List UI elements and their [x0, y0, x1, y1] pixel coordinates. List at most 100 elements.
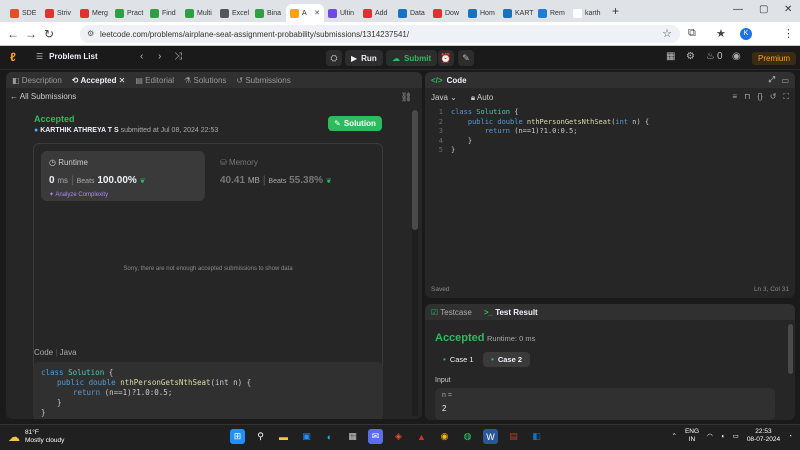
close-window-icon[interactable]: ✕ [784, 4, 792, 15]
reset-icon[interactable]: ↺ [770, 92, 777, 102]
wifi-icon[interactable]: ◠ [707, 432, 713, 440]
all-submissions-link[interactable]: ← All Submissions [10, 92, 76, 101]
memory-card[interactable]: ⛁ Memory 40.41 MB | Beats 55.38% ❦ [212, 151, 376, 201]
browser-tab[interactable]: SDE [6, 4, 41, 22]
case-1-tab[interactable]: • Case 1 [435, 352, 482, 367]
app-icon[interactable]: ▦ [345, 429, 360, 444]
code-line[interactable]: } [451, 137, 472, 147]
browser-tab[interactable]: Pract [111, 4, 146, 22]
notifications-icon[interactable]: ◔ [788, 433, 792, 440]
solution-button[interactable]: ✎ Solution [328, 116, 382, 131]
word-icon[interactable]: W [483, 429, 498, 444]
edge-icon[interactable]: ◐ [322, 429, 337, 444]
test-scrollbar[interactable] [788, 324, 793, 374]
browser-tab[interactable]: Hom [464, 4, 499, 22]
weather-widget[interactable]: ☁ 81°F Mostly cloudy [8, 429, 64, 445]
tab-submissions[interactable]: ↺ Submissions [236, 76, 290, 85]
run-button[interactable]: ▶ Run [345, 50, 383, 66]
battery-icon[interactable]: ▭ [733, 432, 739, 440]
vscode-icon[interactable]: ◧ [529, 429, 544, 444]
close-tab-icon[interactable]: ✕ [314, 9, 320, 17]
next-problem-icon[interactable]: › [158, 51, 161, 62]
author-name[interactable]: KARTHIK ATHREYA T S [40, 127, 118, 134]
debug-icon[interactable]: ⛭ [326, 50, 342, 66]
share-link-icon[interactable]: ⛓ [401, 92, 412, 103]
browser-tab[interactable]: A ✕ [286, 4, 324, 22]
browser-tab[interactable]: Rem [534, 4, 569, 22]
browser-tab[interactable]: Bina [251, 4, 286, 22]
settings-icon[interactable]: ⚙ [686, 51, 695, 62]
alarm-icon[interactable]: ⏰ [438, 50, 454, 66]
media-icon[interactable]: ▤ [506, 429, 521, 444]
mail-icon[interactable]: ✉ [368, 429, 383, 444]
brave-icon[interactable]: ◈ [391, 429, 406, 444]
leetcode-logo-icon[interactable]: ℓ [10, 50, 16, 64]
start-icon[interactable]: ⊞ [230, 429, 245, 444]
browser-tab[interactable]: Excel [216, 4, 251, 22]
prev-problem-icon[interactable]: ‹ [140, 51, 143, 62]
collapse-icon[interactable]: ▭ [781, 76, 789, 85]
bookmark-icon[interactable]: ⊓ [744, 92, 750, 102]
problem-list-link[interactable]: Problem List [49, 52, 97, 61]
chrome-icon[interactable]: ◉ [437, 429, 452, 444]
fullscreen-icon[interactable]: ⛶ [783, 92, 789, 102]
browser-tab[interactable]: Ultin [324, 4, 359, 22]
auto-mode-toggle[interactable]: 🔒︎ Auto [471, 93, 494, 103]
code-line[interactable]: public double nthPersonGetsNthSeat(int n… [451, 118, 649, 128]
streak-counter[interactable]: ♨ 0 [706, 51, 723, 62]
tab-test-result[interactable]: >_ Test Result [484, 308, 538, 317]
bookmarks-icon[interactable]: ★ [716, 27, 726, 40]
profile-avatar[interactable]: K [740, 28, 752, 40]
submit-button[interactable]: ☁ Submit [386, 50, 438, 66]
analyze-complexity-link[interactable]: ✦ Analyze Complexity [49, 191, 108, 198]
layout-icon[interactable]: ▦ [666, 51, 675, 62]
tab-editorial[interactable]: ▤ Editorial [135, 76, 174, 85]
pdf-icon[interactable]: ▲ [414, 429, 429, 444]
bookmark-star-icon[interactable]: ☆ [662, 27, 672, 40]
reload-icon[interactable]: ↻ [40, 27, 58, 41]
expand-icon[interactable]: ⤢ [769, 75, 775, 85]
language-indicator[interactable]: ENG IN [685, 428, 699, 444]
forward-icon[interactable]: → [22, 27, 40, 41]
browser-tab[interactable]: Add [359, 4, 394, 22]
braces-icon[interactable]: {} [757, 92, 762, 102]
tab-solutions[interactable]: ⚗ Solutions [184, 76, 226, 85]
language-select[interactable]: Java ⌄ [431, 93, 457, 103]
browser-tab[interactable]: Dow [429, 4, 464, 22]
volume-icon[interactable]: ◖ [721, 433, 725, 440]
code-line[interactable]: class Solution { [451, 108, 518, 118]
url-field[interactable]: ⚙ leetcode.com/problems/airplane-seat-as… [80, 25, 680, 43]
site-info-icon[interactable]: ⚙ [87, 29, 94, 38]
browser-tab[interactable]: Data [394, 4, 429, 22]
file-explorer-icon[interactable]: ▬ [276, 429, 291, 444]
tray-chevron-icon[interactable]: ⌃ [672, 432, 677, 440]
browser-tab[interactable]: Merg [76, 4, 111, 22]
notes-icon[interactable]: ✎ [458, 50, 474, 66]
user-avatar-icon[interactable]: ◉ [732, 51, 741, 62]
new-tab-button[interactable]: + [612, 4, 619, 18]
left-scrollbar[interactable] [412, 110, 418, 416]
submitted-code[interactable]: class Solution { public double nthPerson… [33, 362, 383, 419]
code-line[interactable]: } [451, 146, 455, 156]
browser-tab[interactable]: Find [146, 4, 181, 22]
maximize-icon[interactable]: ▢ [759, 4, 768, 15]
premium-button[interactable]: Premium [752, 52, 797, 65]
tab-accepted[interactable]: ⟲ Accepted ✕ [72, 76, 126, 85]
back-icon[interactable]: ← [4, 27, 22, 41]
browser-tab[interactable]: Multi [181, 4, 216, 22]
case-2-tab[interactable]: • Case 2 [483, 352, 530, 367]
code-line[interactable]: return (n==1)?1.0:0.5; [451, 127, 578, 137]
whatsapp-icon[interactable]: ◍ [460, 429, 475, 444]
shuffle-icon[interactable]: ⤨ [174, 51, 182, 62]
minimize-icon[interactable]: — [733, 4, 743, 15]
tab-testcase[interactable]: ☑ Testcase [431, 308, 472, 317]
runtime-card[interactable]: ◷ Runtime 0 ms | Beats 100.00% ❦ ✦ Analyze… [41, 151, 205, 201]
extensions-icon[interactable]: ⧉ [688, 27, 696, 40]
tab-description[interactable]: ◧ Description [12, 76, 62, 85]
browser-tab[interactable]: Striv [41, 4, 76, 22]
browser-tab[interactable]: karth [569, 4, 604, 22]
format-icon[interactable]: ≡ [732, 92, 737, 102]
browser-tab[interactable]: KART [499, 4, 534, 22]
teams-icon[interactable]: ▣ [299, 429, 314, 444]
search-icon[interactable]: ⚲ [253, 429, 268, 444]
